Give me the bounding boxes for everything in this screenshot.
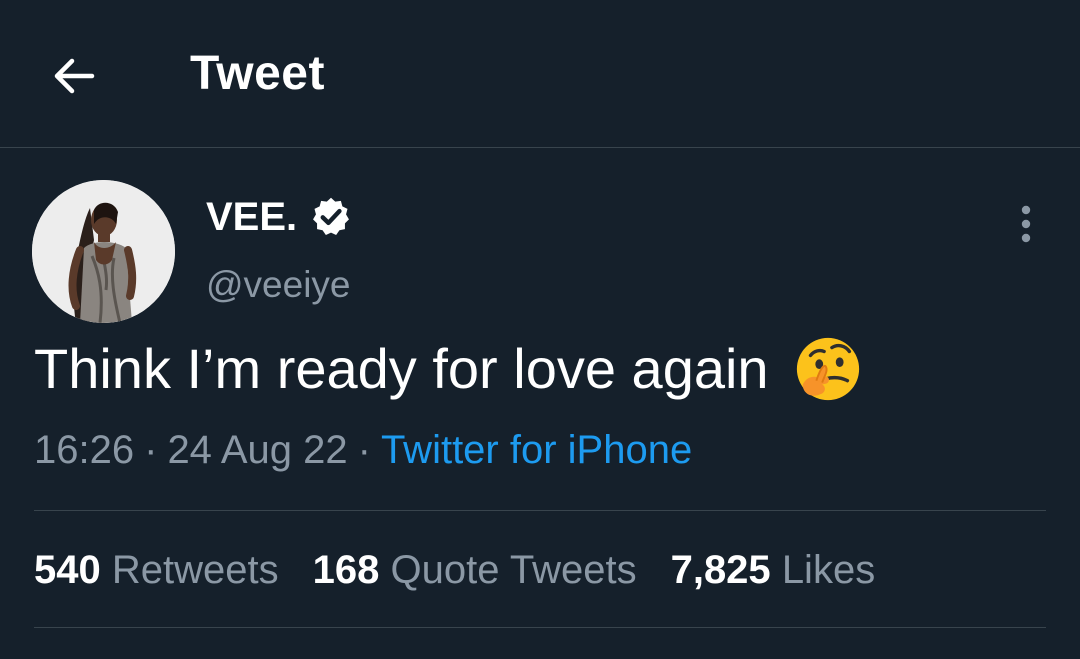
page-title: Tweet bbox=[190, 47, 325, 100]
tweet-meta: 16:26 · 24 Aug 22 · Twitter for iPhone bbox=[34, 424, 692, 476]
divider bbox=[34, 510, 1046, 511]
author-name[interactable]: VEE. bbox=[206, 192, 353, 242]
retweets-count: 540 bbox=[34, 548, 101, 592]
avatar[interactable] bbox=[32, 180, 175, 323]
more-vertical-icon bbox=[1021, 205, 1031, 243]
verified-badge-icon bbox=[313, 197, 350, 235]
quote-tweets-count: 168 bbox=[312, 548, 380, 592]
thinking-face-emoji-icon bbox=[796, 337, 859, 401]
quote-tweets-stat[interactable]: 168 Quote Tweets bbox=[313, 544, 637, 596]
top-bar: Tweet bbox=[0, 0, 1080, 148]
likes-label: Likes bbox=[781, 548, 876, 592]
arrow-left-icon bbox=[54, 58, 95, 94]
likes-stat[interactable]: 7,825 Likes bbox=[671, 544, 876, 596]
retweets-stat[interactable]: 540 Retweets bbox=[34, 544, 279, 596]
tweet-time[interactable]: 16:26 bbox=[34, 428, 134, 472]
divider bbox=[34, 627, 1046, 628]
tweet-date[interactable]: 24 Aug 22 bbox=[167, 428, 347, 472]
quote-tweets-label: Quote Tweets bbox=[390, 548, 637, 592]
tweet-text: Think I’m ready for love again bbox=[34, 337, 769, 400]
avatar-photo bbox=[32, 180, 175, 323]
tweet-source-link[interactable]: Twitter for iPhone bbox=[381, 428, 692, 472]
author-display-name: VEE. bbox=[206, 195, 298, 239]
meta-separator: · bbox=[357, 428, 371, 472]
back-button[interactable] bbox=[44, 46, 104, 106]
more-options-button[interactable] bbox=[1004, 196, 1048, 252]
author-handle[interactable]: @veeiye bbox=[206, 262, 351, 308]
meta-separator: · bbox=[144, 428, 158, 472]
retweets-label: Retweets bbox=[111, 548, 279, 592]
likes-count: 7,825 bbox=[670, 548, 771, 592]
tweet-body: Think I’m ready for love again bbox=[34, 334, 863, 404]
tweet-stats: 540 Retweets 168 Quote Tweets 7,825 Like… bbox=[34, 544, 909, 596]
